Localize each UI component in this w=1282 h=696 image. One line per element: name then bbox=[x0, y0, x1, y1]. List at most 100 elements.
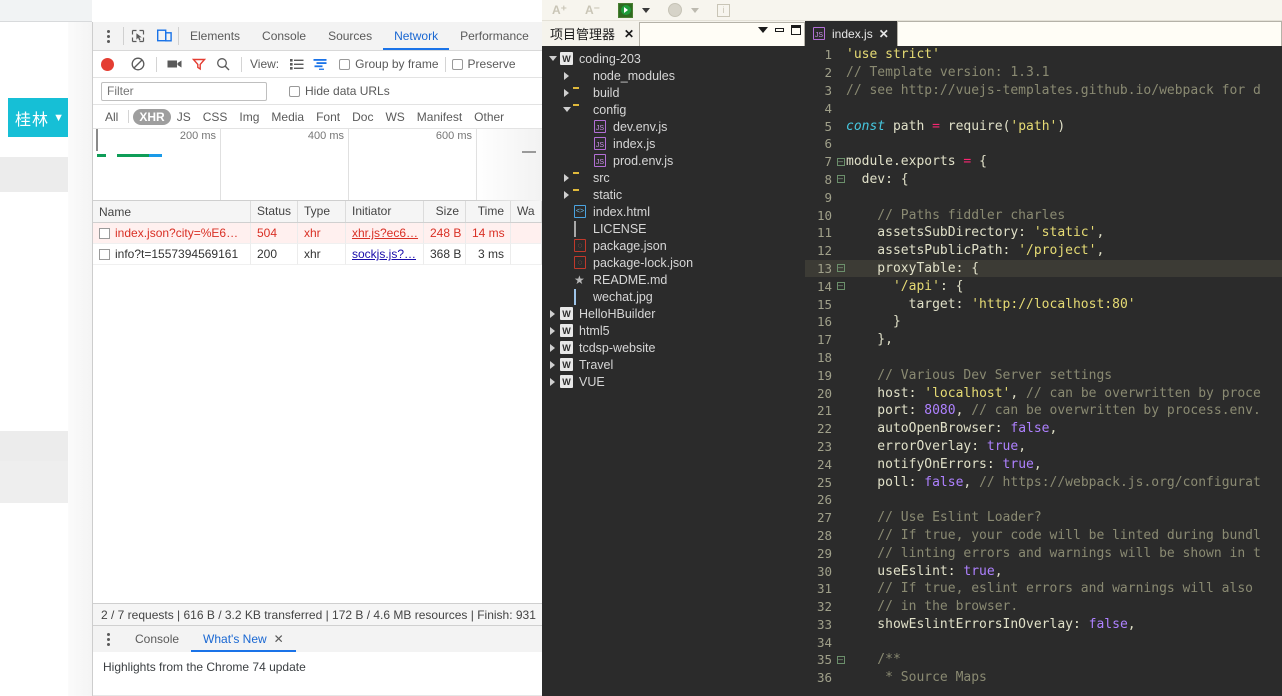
font-increase-button[interactable]: A⁺ bbox=[552, 3, 567, 17]
code-line[interactable]: 25 poll: false, // https://webpack.js.or… bbox=[805, 473, 1282, 491]
code-line[interactable]: 3// see http://vuejs-templates.github.io… bbox=[805, 82, 1282, 100]
column-header-name[interactable]: Name bbox=[93, 201, 251, 222]
filter-funnel-icon[interactable] bbox=[187, 53, 211, 75]
code-line[interactable]: 8– dev: { bbox=[805, 171, 1282, 189]
code-fold-toggle[interactable]: – bbox=[835, 175, 846, 184]
tree-item-package-json[interactable]: ◌ package.json bbox=[542, 237, 805, 254]
tree-item-index-js[interactable]: JS index.js bbox=[542, 135, 805, 152]
tree-item-prod-env-js[interactable]: JS prod.env.js bbox=[542, 152, 805, 169]
expand-arrow-right-icon[interactable] bbox=[560, 173, 573, 182]
tree-item-node-modules[interactable]: node_modules bbox=[542, 67, 805, 84]
more-vertical-icon[interactable] bbox=[93, 22, 123, 50]
type-filter-manifest[interactable]: Manifest bbox=[411, 109, 468, 125]
run-button[interactable] bbox=[618, 2, 633, 18]
tree-item-readme-md[interactable]: ★ README.md bbox=[542, 271, 805, 288]
code-line[interactable]: 10 // Paths fiddler charles bbox=[805, 206, 1282, 224]
city-selector-button[interactable]: 桂林 ▼ bbox=[8, 98, 72, 137]
table-row[interactable]: info?t=1557394569161 200 xhr sockjs.js?…… bbox=[93, 244, 542, 265]
tree-item-dev-env-js[interactable]: JS dev.env.js bbox=[542, 118, 805, 135]
tree-item-src[interactable]: src bbox=[542, 169, 805, 186]
drawer-tab-console[interactable]: Console bbox=[123, 626, 191, 652]
minimize-icon[interactable] bbox=[775, 28, 784, 32]
column-header-initiator[interactable]: Initiator bbox=[346, 201, 424, 222]
search-icon[interactable] bbox=[211, 53, 235, 75]
code-line[interactable]: 30 useEslint: true, bbox=[805, 562, 1282, 580]
column-header-time[interactable]: Time bbox=[466, 201, 511, 222]
code-line[interactable]: 33 showEslintErrorsInOverlay: false, bbox=[805, 616, 1282, 634]
column-header-status[interactable]: Status bbox=[251, 201, 298, 222]
code-content[interactable]: 1'use strict' 2// Template version: 1.3.1… bbox=[805, 46, 1282, 696]
project-manager-tab[interactable]: 项目管理器 ✕ bbox=[542, 24, 634, 43]
type-filter-media[interactable]: Media bbox=[265, 109, 310, 125]
filter-input[interactable] bbox=[101, 81, 267, 101]
type-filter-doc[interactable]: Doc bbox=[346, 109, 379, 125]
network-overview-timeline[interactable]: 200 ms 400 ms 600 ms bbox=[93, 129, 542, 201]
code-line[interactable]: 7– module.exports = { bbox=[805, 153, 1282, 171]
tree-item-index-html[interactable]: <> index.html bbox=[542, 203, 805, 220]
code-line[interactable]: 35– /** bbox=[805, 651, 1282, 669]
tree-item-travel[interactable]: W Travel bbox=[542, 356, 805, 373]
code-line[interactable]: 20 host: 'localhost', // can be overwrit… bbox=[805, 384, 1282, 402]
tree-item-hellohbuilder[interactable]: W HelloHBuilder bbox=[542, 305, 805, 322]
request-name-cell[interactable]: index.json?city=%E6… bbox=[93, 223, 251, 244]
code-line[interactable]: 18 bbox=[805, 349, 1282, 367]
debug-button[interactable] bbox=[668, 3, 682, 17]
expand-arrow-right-icon[interactable] bbox=[546, 326, 559, 335]
camera-icon[interactable] bbox=[163, 53, 187, 75]
info-button[interactable]: i bbox=[717, 3, 730, 17]
expand-arrow-down-icon[interactable] bbox=[546, 56, 559, 61]
code-line[interactable]: 24 notifyOnErrors: true, bbox=[805, 455, 1282, 473]
tab-sources[interactable]: Sources bbox=[317, 22, 383, 50]
drawer-more-vertical-icon[interactable] bbox=[93, 626, 123, 652]
column-header-type[interactable]: Type bbox=[298, 201, 346, 222]
expand-arrow-right-icon[interactable] bbox=[560, 88, 573, 97]
code-line[interactable]: 1'use strict' bbox=[805, 46, 1282, 64]
code-fold-toggle[interactable]: – bbox=[835, 157, 846, 166]
expand-arrow-down-icon[interactable] bbox=[560, 107, 573, 112]
code-line[interactable]: 14– '/api': { bbox=[805, 277, 1282, 295]
tree-item-vue[interactable]: W VUE bbox=[542, 373, 805, 390]
code-line[interactable]: 27 // Use Eslint Loader? bbox=[805, 509, 1282, 527]
code-line[interactable]: 31 // If true, eslint errors and warning… bbox=[805, 580, 1282, 598]
code-line[interactable]: 13– proxyTable: { bbox=[805, 259, 1282, 278]
type-filter-img[interactable]: Img bbox=[233, 109, 265, 125]
code-line[interactable]: 32 // in the browser. bbox=[805, 598, 1282, 616]
code-line[interactable]: 23 errorOverlay: true, bbox=[805, 438, 1282, 456]
group-by-frame-checkbox[interactable]: Group by frame bbox=[339, 57, 439, 71]
row-checkbox[interactable] bbox=[99, 227, 110, 239]
clear-icon[interactable] bbox=[126, 53, 150, 75]
hide-data-urls-checkbox[interactable]: Hide data URLs bbox=[289, 84, 390, 98]
close-icon[interactable]: ✕ bbox=[624, 27, 634, 41]
table-row[interactable]: index.json?city=%E6… 504 xhr xhr.js?ec6…… bbox=[93, 223, 542, 244]
record-button-icon[interactable] bbox=[101, 57, 114, 71]
code-line[interactable]: 19 // Various Dev Server settings bbox=[805, 366, 1282, 384]
expand-arrow-right-icon[interactable] bbox=[546, 377, 559, 386]
code-line[interactable]: 5 const path = require('path') bbox=[805, 117, 1282, 135]
code-line[interactable]: 17 }, bbox=[805, 331, 1282, 349]
tab-performance[interactable]: Performance bbox=[449, 22, 540, 50]
run-dropdown-button[interactable] bbox=[637, 7, 650, 13]
tree-item-tcdsp-website[interactable]: W tcdsp-website bbox=[542, 339, 805, 356]
tab-console[interactable]: Console bbox=[251, 22, 317, 50]
code-line[interactable]: 29 // linting errors and warnings will b… bbox=[805, 544, 1282, 562]
row-checkbox[interactable] bbox=[99, 248, 110, 260]
code-fold-toggle[interactable]: – bbox=[835, 655, 846, 664]
tab-elements[interactable]: Elements bbox=[179, 22, 251, 50]
font-decrease-button[interactable]: A⁻ bbox=[585, 3, 600, 17]
code-line[interactable]: 12 assetsPublicPath: '/project', bbox=[805, 242, 1282, 260]
type-filter-js[interactable]: JS bbox=[171, 109, 197, 125]
device-toolbar-icon[interactable] bbox=[151, 22, 178, 50]
type-filter-css[interactable]: CSS bbox=[197, 109, 234, 125]
tree-item-license[interactable]: LICENSE bbox=[542, 220, 805, 237]
code-line[interactable]: 34 bbox=[805, 633, 1282, 651]
code-fold-toggle[interactable]: – bbox=[835, 282, 846, 291]
code-line[interactable]: 15 target: 'http://localhost:80' bbox=[805, 295, 1282, 313]
editor-tab-index-js[interactable]: JS index.js ✕ bbox=[805, 21, 897, 46]
tree-item-coding-203[interactable]: W coding-203 bbox=[542, 50, 805, 67]
tree-item-config[interactable]: config bbox=[542, 101, 805, 118]
code-line[interactable]: 2// Template version: 1.3.1 bbox=[805, 64, 1282, 82]
request-name-cell[interactable]: info?t=1557394569161 bbox=[93, 244, 251, 265]
code-line[interactable]: 26 bbox=[805, 491, 1282, 509]
overview-right-handle[interactable] bbox=[522, 151, 536, 153]
code-line[interactable]: 36 * Source Maps bbox=[805, 669, 1282, 687]
